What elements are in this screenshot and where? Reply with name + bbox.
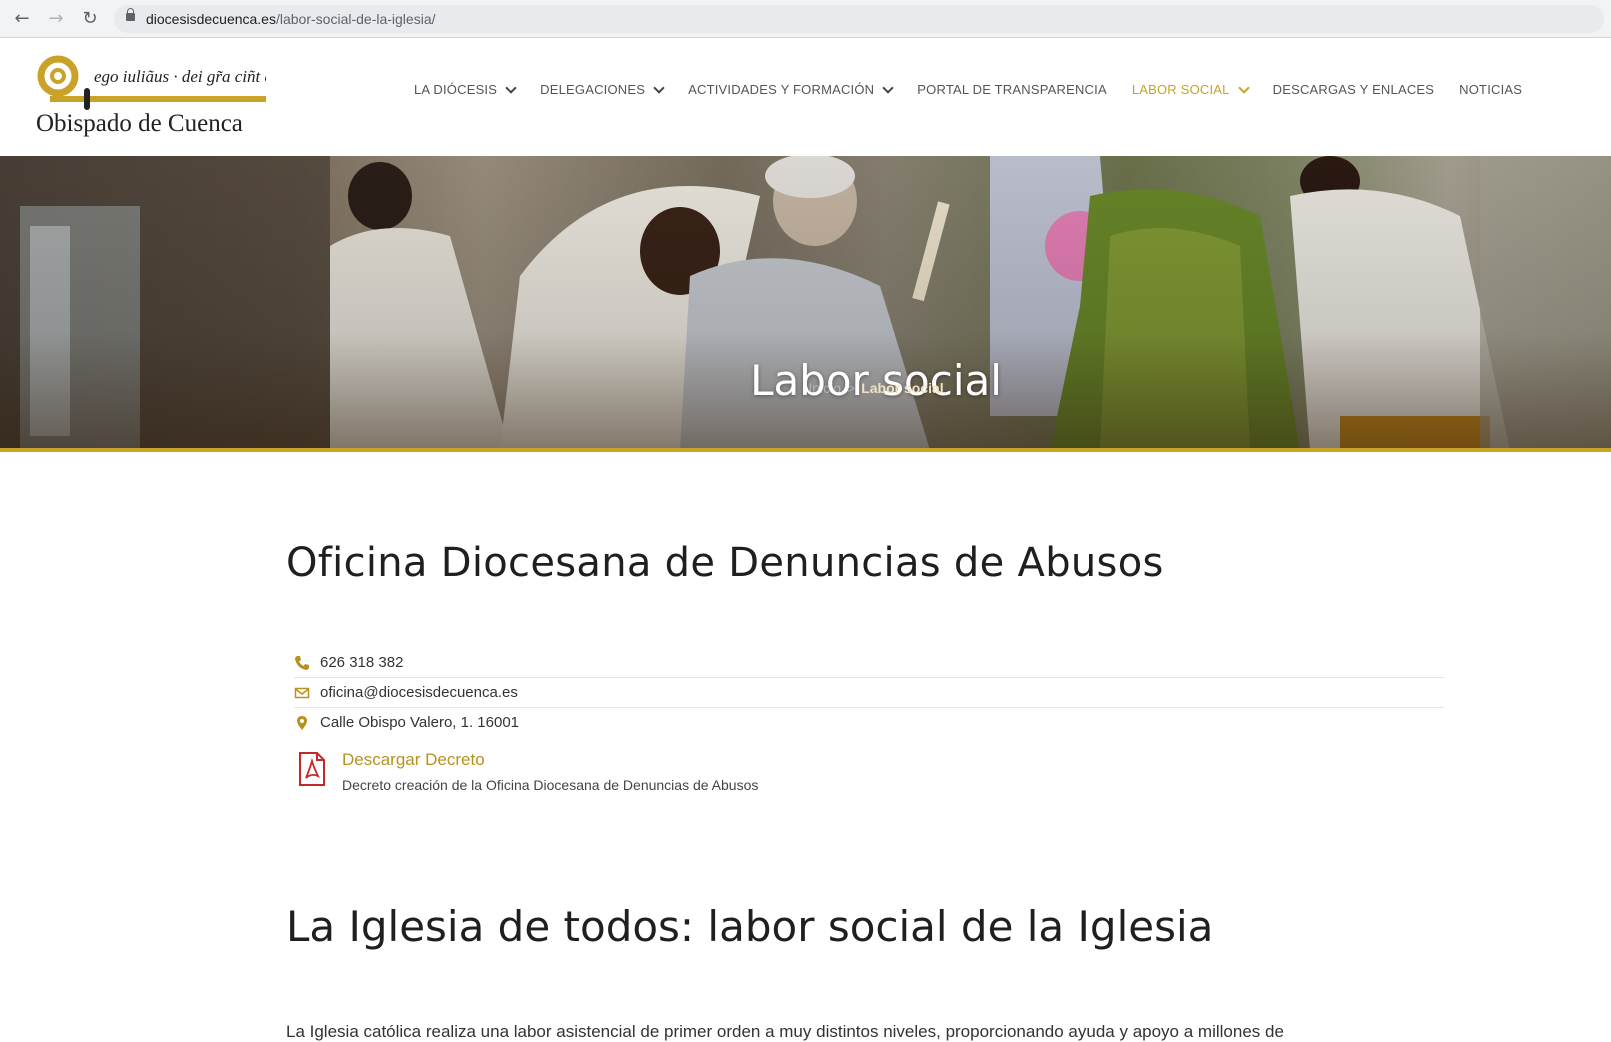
nav-item-portal-de-transparencia[interactable]: PORTAL DE TRANSPARENCIA	[917, 82, 1107, 97]
url-host: diocesisdecuenca.es	[146, 11, 276, 27]
breadcrumb: Inicio > Labor social	[0, 380, 1611, 396]
main-navigation: LA DIÓCESIS DELEGACIONES ACTIVIDADES Y F…	[414, 81, 1522, 97]
office-heading: Oficina Diocesana de Denuncias de Abusos	[286, 540, 1164, 586]
section-heading: La Iglesia de todos: labor social de la …	[286, 902, 1214, 951]
contact-list: 626 318 382 oficina@diocesisdecuenca.es …	[294, 648, 1444, 737]
download-description: Decreto creación de la Oficina Diocesana…	[342, 777, 759, 793]
hero-banner: Labor social Inicio > Labor social	[0, 156, 1611, 450]
chevron-down-icon	[505, 81, 517, 94]
contact-phone[interactable]: 626 318 382	[294, 648, 1444, 678]
email-address: oficina@diocesisdecuenca.es	[320, 684, 518, 701]
nav-label: PORTAL DE TRANSPARENCIA	[917, 82, 1107, 97]
chevron-down-icon	[653, 81, 665, 94]
breadcrumb-separator: >	[847, 380, 856, 396]
back-arrow-icon[interactable]: ←	[10, 7, 34, 31]
contact-address[interactable]: Calle Obispo Valero, 1. 16001	[294, 708, 1444, 737]
main-content: Oficina Diocesana de Denuncias de Abusos…	[286, 540, 1456, 1041]
nav-label: LABOR SOCIAL	[1131, 82, 1230, 97]
hero-accent-border	[0, 448, 1611, 452]
browser-toolbar: ← → ↻ diocesisdecuenca.es/labor-social-d…	[0, 0, 1611, 38]
nav-label: ACTIVIDADES Y FORMACIÓN	[688, 82, 875, 97]
hero-overlay	[0, 156, 1611, 450]
forward-arrow-icon[interactable]: →	[44, 7, 68, 31]
reload-icon[interactable]: ↻	[78, 7, 102, 31]
download-decree: Descargar Decreto Decreto creación de la…	[294, 750, 994, 800]
site-header: ego iuliãus · dei gr̃a ciñt ẽps Obispado…	[0, 38, 1611, 156]
breadcrumb-home-link[interactable]: Inicio	[808, 380, 841, 396]
nav-item-descargas-y-enlaces[interactable]: DESCARGAS Y ENLACES	[1273, 82, 1435, 97]
nav-item-delegaciones[interactable]: DELEGACIONES	[540, 81, 665, 97]
map-pin-icon	[297, 716, 307, 730]
logo-motto: ego iuliãus · dei gr̃a ciñt ẽps	[94, 67, 266, 86]
contact-email[interactable]: oficina@diocesisdecuenca.es	[294, 678, 1444, 708]
site-logo[interactable]: ego iuliãus · dei gr̃a ciñt ẽps Obispado…	[36, 52, 266, 142]
url-path: /labor-social-de-la-iglesia/	[275, 11, 436, 27]
chevron-down-icon	[882, 81, 894, 94]
breadcrumb-current: Labor social	[861, 380, 944, 396]
phone-icon	[295, 656, 309, 670]
phone-number: 626 318 382	[320, 654, 404, 671]
street-address: Calle Obispo Valero, 1. 16001	[320, 714, 520, 731]
nav-item-actividades-y-formacion[interactable]: ACTIVIDADES Y FORMACIÓN	[688, 81, 894, 97]
nav-item-noticias[interactable]: NOTICIAS	[1459, 82, 1522, 97]
envelope-icon	[294, 687, 310, 699]
chevron-down-icon	[1237, 81, 1250, 94]
logo-crozier-icon: ego iuliãus · dei gr̃a ciñt ẽps	[37, 55, 266, 110]
nav-label: DELEGACIONES	[540, 82, 646, 97]
pdf-file-icon[interactable]	[298, 752, 326, 786]
logo-name: Obispado de Cuenca	[36, 110, 243, 137]
lock-icon	[126, 8, 135, 21]
nav-item-la-diocesis[interactable]: LA DIÓCESIS	[414, 81, 517, 97]
nav-label: DESCARGAS Y ENLACES	[1272, 82, 1435, 97]
nav-label: NOTICIAS	[1459, 82, 1523, 97]
address-bar[interactable]: diocesisdecuenca.es/labor-social-de-la-i…	[114, 5, 1604, 33]
section-intro: La Iglesia católica realiza una labor as…	[286, 1022, 1284, 1041]
nav-item-labor-social[interactable]: LABOR SOCIAL	[1131, 81, 1250, 97]
download-decree-link[interactable]: Descargar Decreto	[342, 750, 485, 770]
nav-label: LA DIÓCESIS	[414, 82, 498, 97]
